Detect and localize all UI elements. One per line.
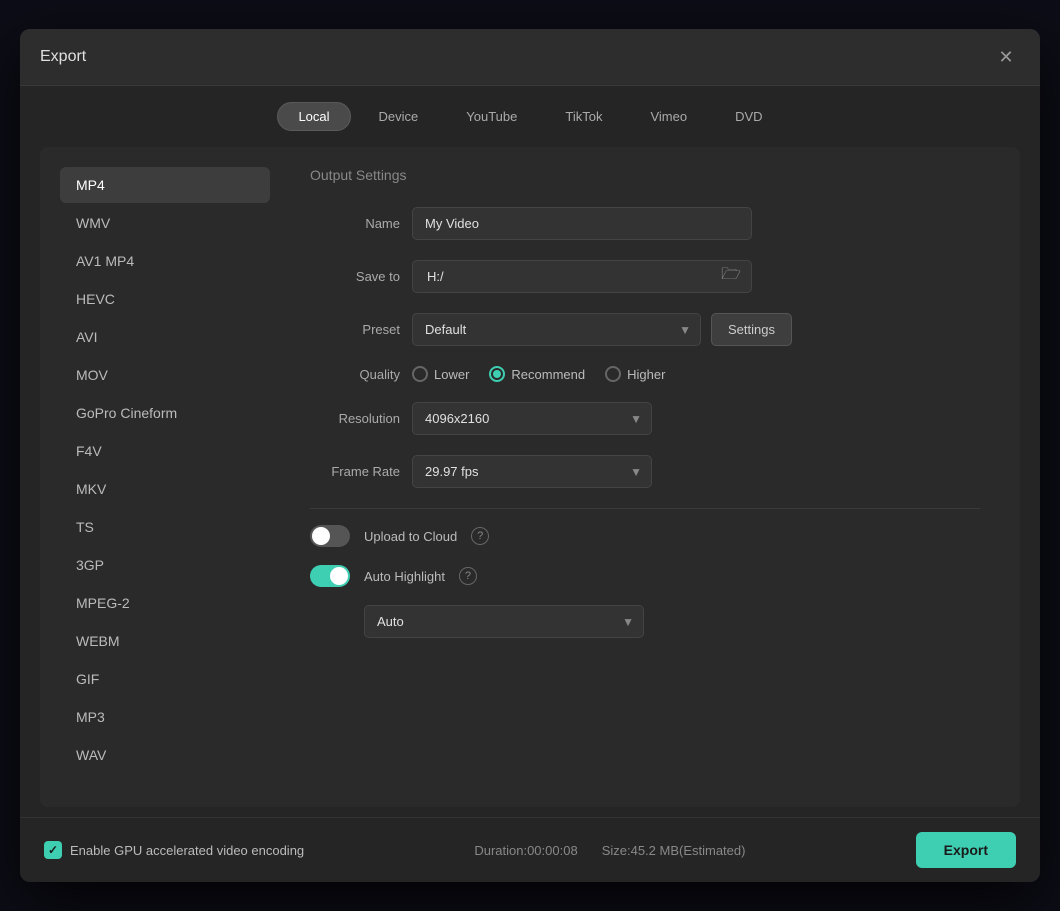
upload-cloud-knob [312,527,330,545]
preset-wrap: Default ▼ Settings [412,313,792,346]
format-mkv[interactable]: MKV [60,471,270,507]
resolution-select[interactable]: 4096x2160 [412,402,652,435]
name-label: Name [310,216,400,231]
format-gopro[interactable]: GoPro Cineform [60,395,270,431]
settings-panel: Output Settings Name Save to 🗁 Prese [290,157,1000,787]
quality-higher-radio[interactable] [605,366,621,382]
quality-higher[interactable]: Higher [605,366,665,382]
folder-icon[interactable]: 🗁 [721,263,741,290]
checkbox-check-icon: ✓ [48,843,58,857]
save-to-row: Save to 🗁 [310,260,980,293]
format-avi[interactable]: AVI [60,319,270,355]
format-ts[interactable]: TS [60,509,270,545]
auto-highlight-toggle[interactable] [310,565,350,587]
quality-label: Quality [310,367,400,382]
preset-label: Preset [310,322,400,337]
name-row: Name [310,207,980,240]
auto-highlight-row: Auto Highlight ? [310,565,980,587]
save-to-input[interactable] [423,261,721,292]
format-mp4[interactable]: MP4 [60,167,270,203]
dialog-title: Export [40,48,86,66]
format-list: MP4 WMV AV1 MP4 HEVC AVI MOV GoPro Cinef… [60,157,270,787]
export-button[interactable]: Export [916,832,1016,868]
preset-row: Preset Default ▼ Settings [310,313,980,346]
upload-cloud-label: Upload to Cloud [364,529,457,544]
upload-cloud-toggle[interactable] [310,525,350,547]
frame-rate-row: Frame Rate 29.97 fps ▼ [310,455,980,488]
quality-lower-label: Lower [434,367,469,382]
gpu-label: Enable GPU accelerated video encoding [70,843,304,858]
preset-select-wrap: Default ▼ [412,313,701,346]
format-wav[interactable]: WAV [60,737,270,773]
quality-lower-radio[interactable] [412,366,428,382]
format-hevc[interactable]: HEVC [60,281,270,317]
quality-lower[interactable]: Lower [412,366,469,382]
quality-wrap: Lower Recommend Higher [412,366,665,382]
format-webm[interactable]: WEBM [60,623,270,659]
quality-recommend-label: Recommend [511,367,585,382]
format-av1mp4[interactable]: AV1 MP4 [60,243,270,279]
name-input[interactable] [412,207,752,240]
auto-highlight-label: Auto Highlight [364,569,445,584]
quality-recommend-radio[interactable] [489,366,505,382]
dialog-body: MP4 WMV AV1 MP4 HEVC AVI MOV GoPro Cinef… [40,147,1020,807]
save-to-label: Save to [310,269,400,284]
auto-highlight-knob [330,567,348,585]
preset-select[interactable]: Default [412,313,701,346]
upload-cloud-help-icon[interactable]: ? [471,527,489,545]
footer-bar: ✓ Enable GPU accelerated video encoding … [20,817,1040,882]
gpu-checkbox[interactable]: ✓ [44,841,62,859]
auto-dropdown-wrap: Auto ▼ [364,605,644,638]
frame-rate-select-wrap: 29.97 fps ▼ [412,455,652,488]
format-wmv[interactable]: WMV [60,205,270,241]
tab-local[interactable]: Local [277,102,350,131]
dialog-overlay: Export ✕ Local Device YouTube TikTok Vim… [0,0,1060,911]
save-to-input-wrap: 🗁 [412,260,752,293]
auto-select-wrap: Auto ▼ [364,605,644,638]
export-dialog: Export ✕ Local Device YouTube TikTok Vim… [20,29,1040,882]
format-mov[interactable]: MOV [60,357,270,393]
format-mpeg2[interactable]: MPEG-2 [60,585,270,621]
footer-info: Duration:00:00:08 Size:45.2 MB(Estimated… [474,843,745,858]
resolution-label: Resolution [310,411,400,426]
format-mp3[interactable]: MP3 [60,699,270,735]
quality-row: Quality Lower Recommend [310,366,980,382]
size-info: Size:45.2 MB(Estimated) [602,843,746,858]
tab-youtube[interactable]: YouTube [446,102,537,131]
tab-tiktok[interactable]: TikTok [545,102,622,131]
settings-button[interactable]: Settings [711,313,792,346]
upload-cloud-row: Upload to Cloud ? [310,525,980,547]
resolution-select-wrap: 4096x2160 ▼ [412,402,652,435]
frame-rate-label: Frame Rate [310,464,400,479]
tab-device[interactable]: Device [359,102,439,131]
format-3gp[interactable]: 3GP [60,547,270,583]
frame-rate-select[interactable]: 29.97 fps [412,455,652,488]
auto-highlight-help-icon[interactable]: ? [459,567,477,585]
tab-bar: Local Device YouTube TikTok Vimeo DVD [20,86,1040,147]
tab-dvd[interactable]: DVD [715,102,782,131]
close-button[interactable]: ✕ [992,43,1020,71]
format-gif[interactable]: GIF [60,661,270,697]
tab-vimeo[interactable]: Vimeo [630,102,707,131]
resolution-row: Resolution 4096x2160 ▼ [310,402,980,435]
dialog-header: Export ✕ [20,29,1040,86]
output-settings-title: Output Settings [310,167,980,183]
quality-higher-label: Higher [627,367,665,382]
format-f4v[interactable]: F4V [60,433,270,469]
duration-info: Duration:00:00:08 [474,843,577,858]
quality-recommend[interactable]: Recommend [489,366,585,382]
auto-select[interactable]: Auto [364,605,644,638]
divider [310,508,980,509]
gpu-check-wrap: ✓ Enable GPU accelerated video encoding [44,841,304,859]
quality-recommend-dot [493,370,501,378]
